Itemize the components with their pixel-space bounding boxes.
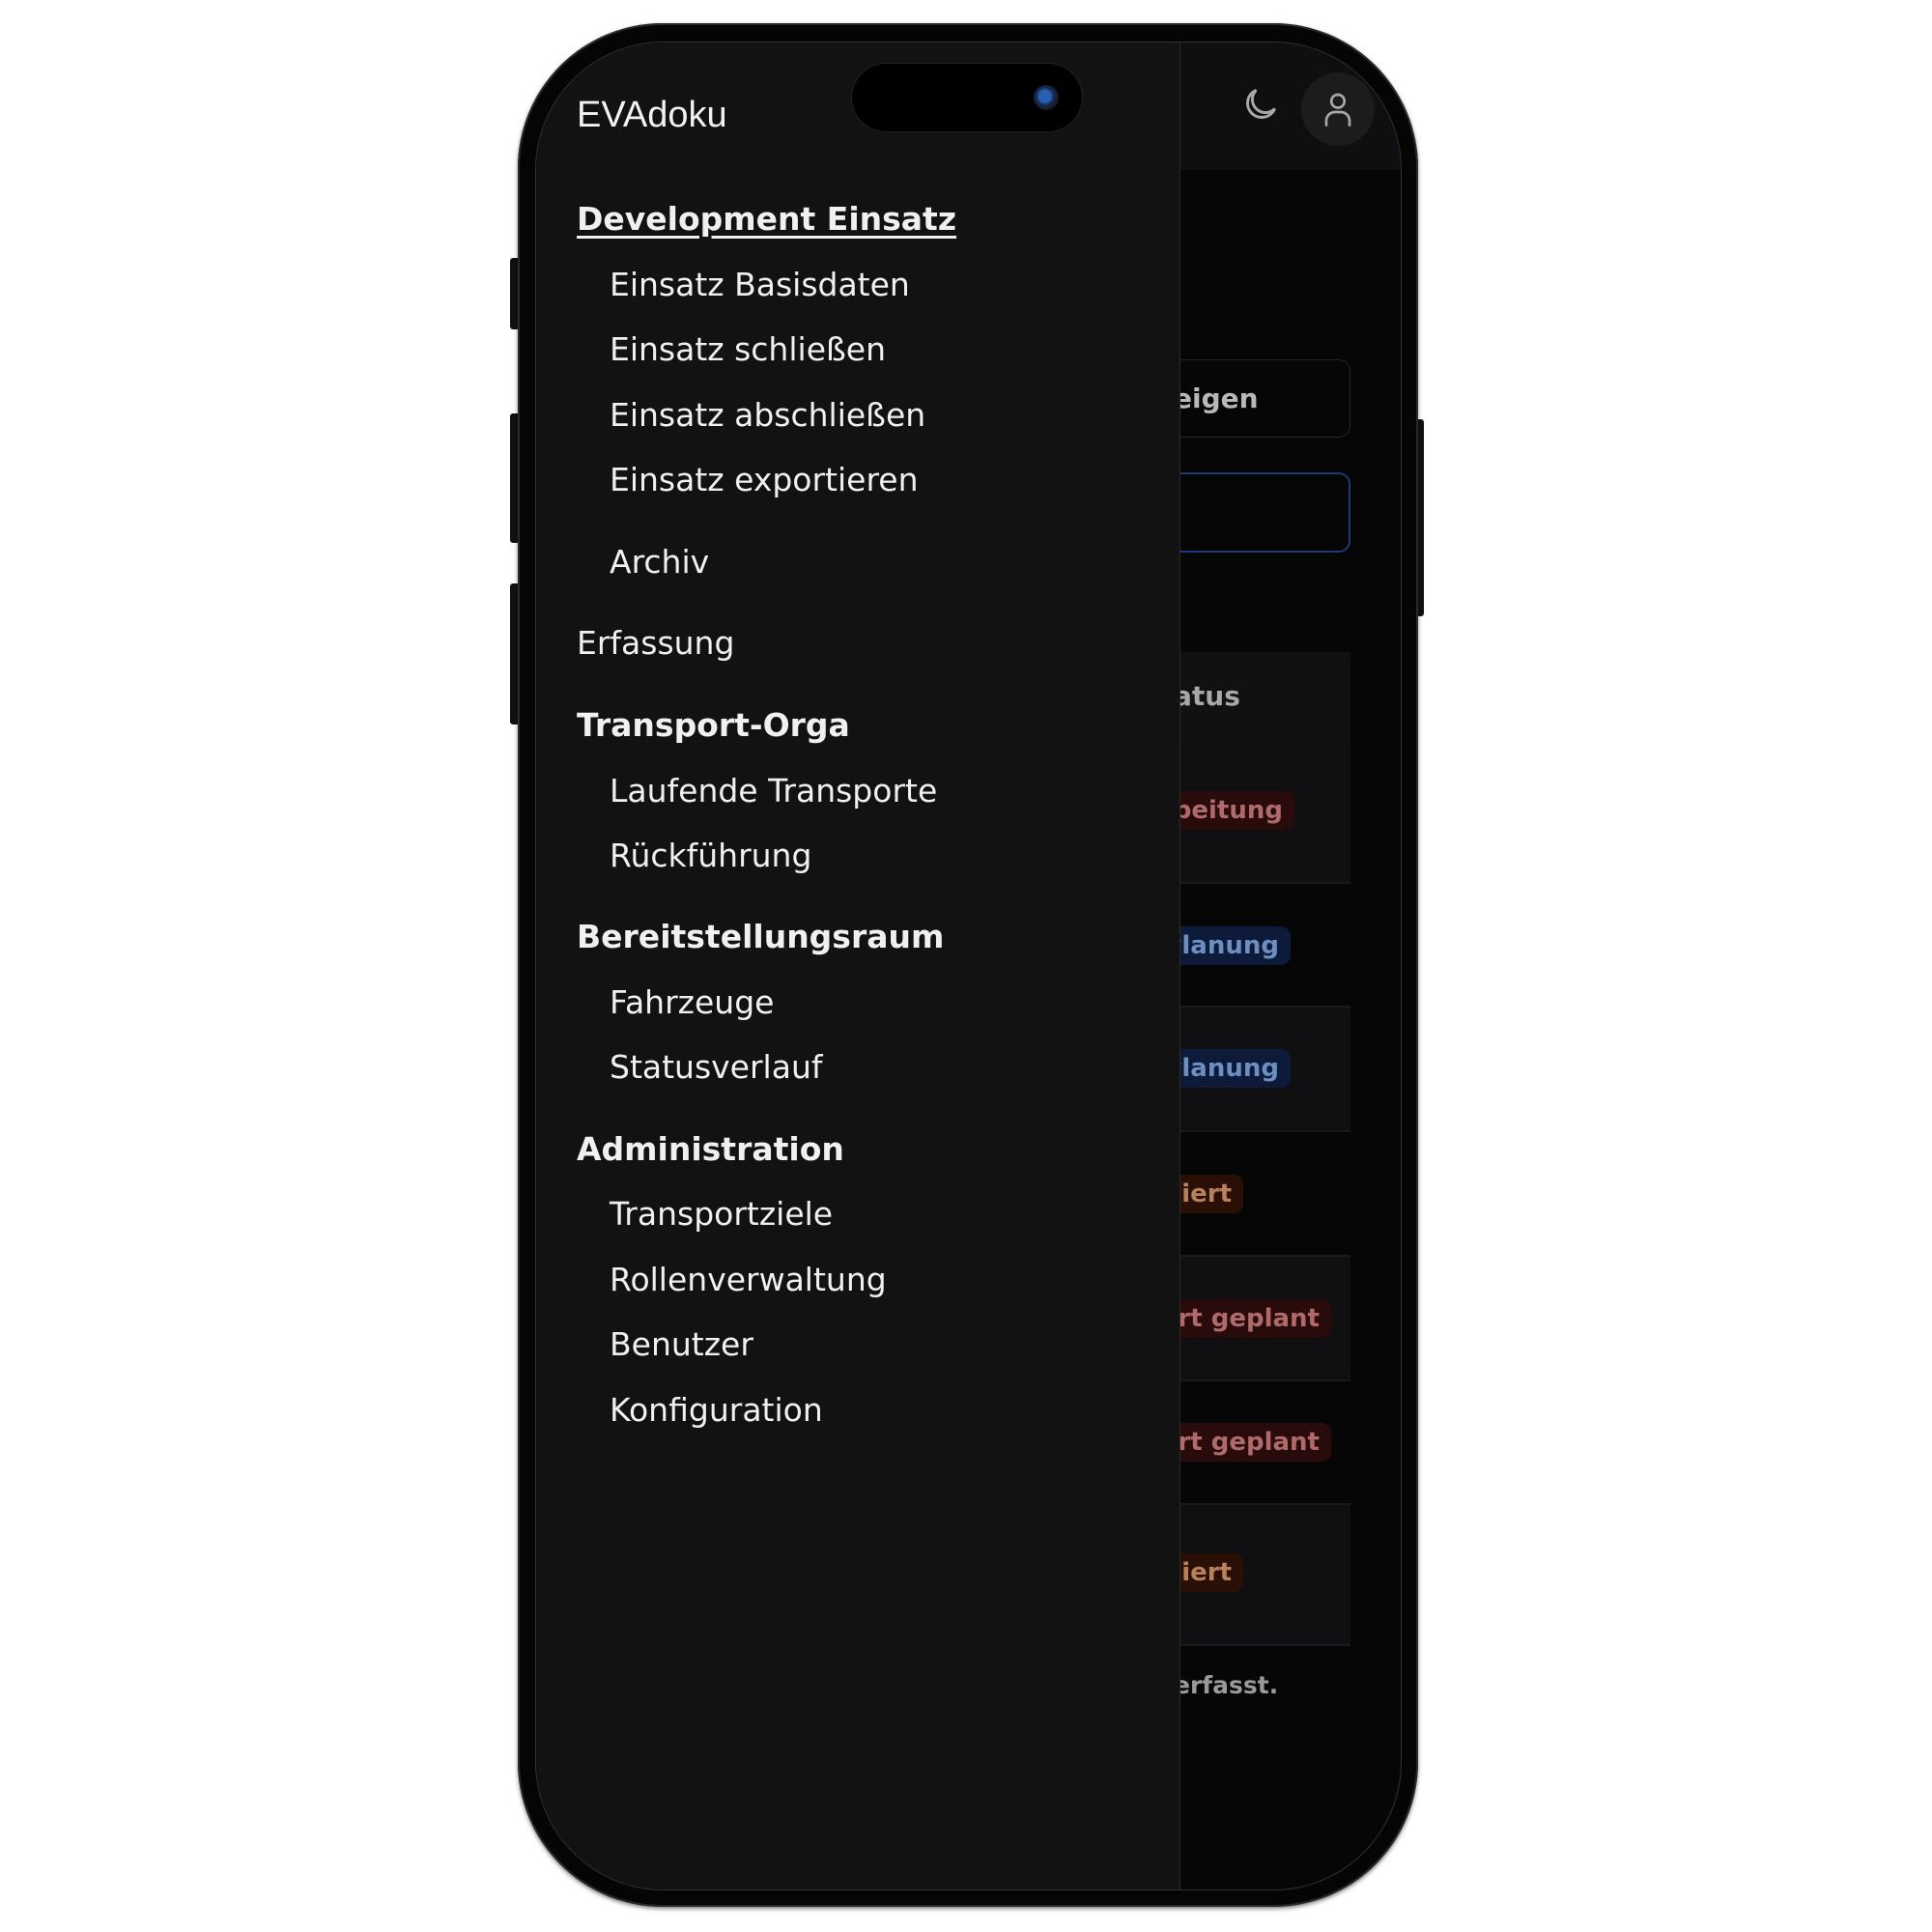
nav-item-einsatz-basisdaten[interactable]: Einsatz Basisdaten [610, 269, 910, 300]
nav-item-einsatz-exportieren[interactable]: Einsatz exportieren [610, 464, 919, 496]
nav-item-transportziele[interactable]: Transportziele [610, 1198, 833, 1230]
app-title[interactable]: EVAdoku [577, 95, 727, 136]
navigation-drawer: EVAdoku Development Einsatz Einsatz Basi… [536, 43, 1180, 1889]
nav-group-bereitstellungsraum[interactable]: Bereitstellungsraum [577, 921, 944, 952]
nav-group-erfassung[interactable]: Erfassung [577, 627, 734, 659]
nav-item-rueckfuehrung[interactable]: Rückführung [610, 839, 811, 871]
nav-item-fahrzeuge[interactable]: Fahrzeuge [610, 986, 774, 1018]
nav-group-development-einsatz[interactable]: Development Einsatz [577, 203, 956, 235]
phone-screen: eigen atus n Bearbeitung eine Planung ei… [536, 43, 1401, 1889]
nav-item-statusverlauf[interactable]: Statusverlauf [610, 1051, 822, 1083]
show-button-label: eigen [1174, 383, 1259, 414]
nav-item-rollenverwaltung[interactable]: Rollenverwaltung [610, 1264, 887, 1295]
user-icon [1324, 93, 1351, 127]
nav-item-konfiguration[interactable]: Konfiguration [610, 1394, 823, 1426]
nav-item-einsatz-schliessen[interactable]: Einsatz schließen [610, 333, 886, 365]
nav-group-transport-orga[interactable]: Transport-Orga [577, 709, 850, 741]
nav-item-einsatz-abschliessen[interactable]: Einsatz abschließen [610, 399, 925, 431]
nav-item-laufende-transporte[interactable]: Laufende Transporte [610, 775, 937, 807]
table-footer-text: erfasst. [1174, 1671, 1279, 1699]
nav-item-archiv[interactable]: Archiv [610, 546, 709, 578]
moon-icon[interactable] [1239, 83, 1282, 126]
status-column-header: atus [1174, 680, 1240, 712]
camera-icon [1034, 85, 1059, 110]
nav-item-benutzer[interactable]: Benutzer [610, 1328, 753, 1360]
nav-group-administration[interactable]: Administration [577, 1133, 844, 1165]
